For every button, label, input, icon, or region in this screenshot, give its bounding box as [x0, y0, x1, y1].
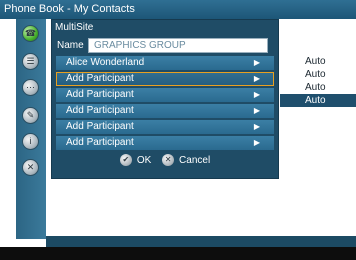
- cancel-icon: ✕: [162, 154, 175, 166]
- participant-label: Add Participant: [66, 73, 134, 84]
- call-icon[interactable]: ☎: [22, 25, 39, 42]
- participant-row[interactable]: Add Participant ▶: [56, 104, 274, 118]
- sidebar: ☎ ☰ ⋯ ✎ i ✕: [16, 19, 46, 239]
- participant-row[interactable]: Add Participant ▶: [56, 120, 274, 134]
- list-item[interactable]: Auto: [280, 68, 356, 81]
- ok-label: OK: [136, 154, 152, 166]
- participant-label: Add Participant: [66, 105, 134, 116]
- arrow-right-icon: ▶: [253, 122, 260, 131]
- participant-row-focused[interactable]: Add Participant ▶: [56, 72, 274, 86]
- list-item[interactable]: Auto: [280, 55, 356, 68]
- arrow-right-icon: ▶: [253, 58, 260, 67]
- name-field[interactable]: [88, 38, 268, 53]
- window-title: Phone Book - My Contacts: [0, 0, 356, 19]
- screen-bottom-bar: [0, 247, 356, 260]
- arrow-right-icon: ▶: [253, 74, 260, 83]
- info-icon[interactable]: i: [22, 133, 39, 150]
- participant-row[interactable]: Alice Wonderland ▶: [56, 56, 274, 70]
- arrow-right-icon: ▶: [253, 90, 260, 99]
- list-item[interactable]: Auto: [280, 81, 356, 94]
- check-icon: ✔: [119, 154, 132, 166]
- participant-label: Add Participant: [66, 89, 134, 100]
- cancel-button[interactable]: ✕ Cancel: [162, 154, 210, 166]
- close-icon[interactable]: ✕: [22, 159, 39, 176]
- arrow-right-icon: ▶: [253, 106, 260, 115]
- keypad-icon[interactable]: ⋯: [22, 79, 39, 96]
- participant-row[interactable]: Add Participant ▶: [56, 88, 274, 102]
- multisite-dialog: MultiSite Name Alice Wonderland ▶ Add Pa…: [52, 20, 278, 178]
- dialog-title: MultiSite: [55, 22, 94, 33]
- directory-icon[interactable]: ☰: [22, 53, 39, 70]
- participant-label: Alice Wonderland: [66, 57, 145, 68]
- dialog-actions: ✔ OK ✕ Cancel: [52, 154, 278, 172]
- contact-rate-list: Auto Auto Auto Auto: [280, 55, 356, 107]
- participant-label: Add Participant: [66, 121, 134, 132]
- cancel-label: Cancel: [179, 154, 211, 166]
- participant-row[interactable]: Add Participant ▶: [56, 136, 274, 150]
- edit-icon[interactable]: ✎: [22, 107, 39, 124]
- name-label: Name: [57, 40, 84, 51]
- screen: Phone Book - My Contacts ☎ ☰ ⋯ ✎ i ✕ Aut…: [0, 0, 356, 250]
- arrow-right-icon: ▶: [253, 138, 260, 147]
- ok-button[interactable]: ✔ OK: [119, 154, 152, 166]
- participant-label: Add Participant: [66, 137, 134, 148]
- participant-list: Alice Wonderland ▶ Add Participant ▶ Add…: [56, 56, 274, 152]
- list-item-selected[interactable]: Auto: [280, 94, 356, 107]
